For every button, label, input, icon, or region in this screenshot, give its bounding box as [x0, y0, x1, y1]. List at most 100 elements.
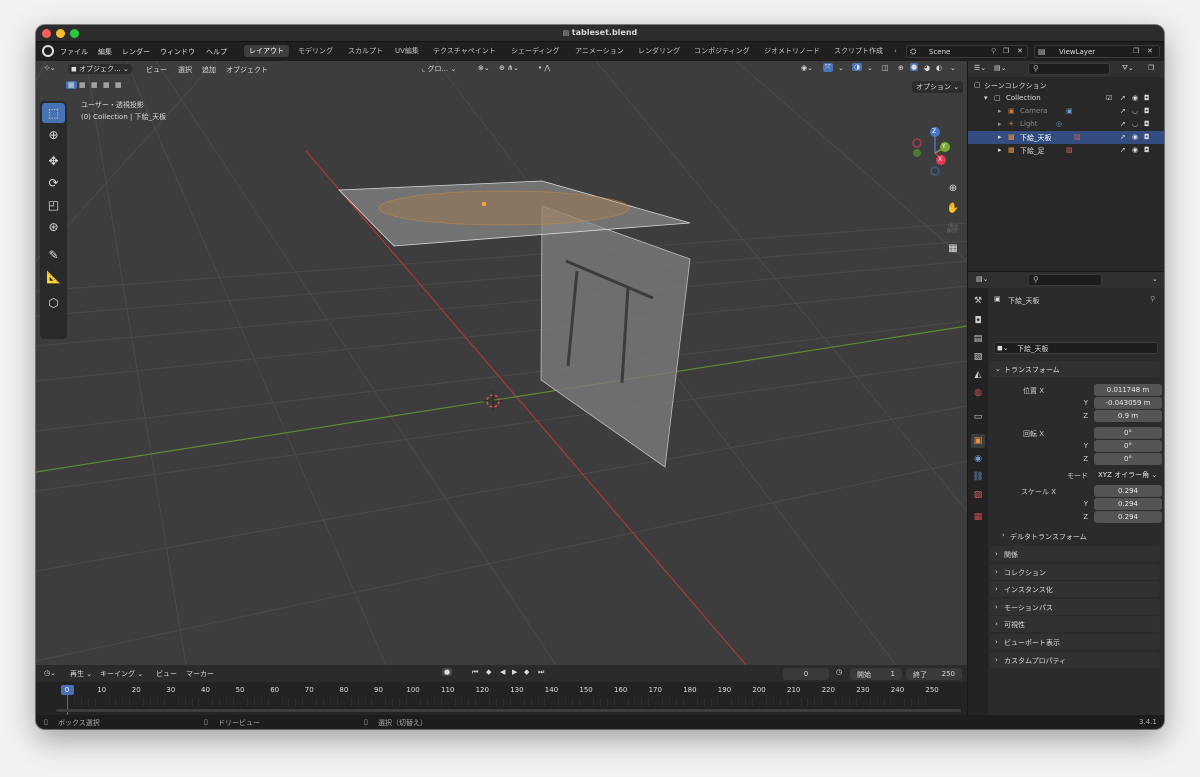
select-mode-new-icon[interactable]: ▦	[66, 81, 77, 89]
expand-arrow-icon[interactable]: ▸	[998, 107, 1002, 115]
selectable-icon[interactable]: ➚	[1120, 107, 1126, 115]
transform-panel-header[interactable]: ⌄ トランスフォーム	[990, 361, 1160, 377]
eye-closed-icon[interactable]: ◡	[1132, 107, 1138, 115]
start-frame-field[interactable]: 開始 1	[850, 668, 902, 680]
end-frame-field[interactable]: 終了 250	[906, 668, 962, 680]
timeline-editor-icon[interactable]: ◷⌄	[44, 669, 56, 677]
select-mode-subtract-icon[interactable]: ▦	[91, 81, 98, 89]
eye-closed-icon[interactable]: ◡	[1132, 120, 1138, 128]
render-camera-icon[interactable]: ◘	[1144, 133, 1150, 141]
scene-tab-icon[interactable]: ◭	[971, 368, 985, 382]
frame-ruler[interactable]: 0 10 20 30 40 50 60 70 80 90 100 110 120 130 140 150 160…	[36, 682, 967, 715]
tab-layout[interactable]: レイアウト	[244, 45, 289, 57]
blender-logo-icon[interactable]	[42, 45, 54, 57]
outliner-root[interactable]: ▢ シーンコレクション	[968, 79, 1164, 92]
select-mode-intersect-icon[interactable]: ▦	[115, 81, 122, 89]
pivot-icon[interactable]: ⊗⌄	[478, 64, 490, 72]
delta-transform-subpanel[interactable]: › デルタトランスフォーム	[1002, 529, 1152, 543]
add-cube-icon[interactable]: ⬡	[42, 293, 65, 313]
play-reverse-icon[interactable]: ◀	[500, 668, 505, 676]
scale-z-field[interactable]: 0.294	[1094, 511, 1162, 523]
gizmo-toggle-icon[interactable]: ⤧	[823, 63, 833, 72]
selectable-icon[interactable]: ➚	[1120, 94, 1126, 102]
expand-arrow-icon[interactable]: ▾	[984, 94, 988, 102]
eye-icon[interactable]: ◉	[1132, 146, 1138, 154]
rotation-z-field[interactable]: 0°	[1094, 453, 1162, 465]
expand-arrow-icon[interactable]: ▸	[998, 120, 1002, 128]
shading-dropdown-icon[interactable]: ⌄	[950, 64, 956, 72]
menu-add[interactable]: 追加	[202, 65, 216, 75]
select-mode-invert-icon[interactable]: ▦	[103, 81, 110, 89]
3d-viewport[interactable]: Z X Y ⊹⌄ ◼ オブジェク... ⌄ ビュー 選択 追加 オブジェクト ⌞…	[36, 61, 967, 665]
tab-uv-editing[interactable]: UV編集	[395, 46, 419, 56]
render-tab-icon[interactable]: ◘	[971, 314, 985, 328]
tab-modeling[interactable]: モデリング	[298, 46, 333, 56]
transform-orientation-selector[interactable]: ⌞ グロ... ⌄	[422, 64, 456, 74]
marker-menu[interactable]: マーカー	[186, 669, 214, 679]
selectable-icon[interactable]: ➚	[1120, 120, 1126, 128]
location-y-field[interactable]: -0.043059 m	[1094, 397, 1162, 409]
xray-icon[interactable]: ◫	[882, 64, 889, 72]
rotate-icon[interactable]: ⟳	[42, 173, 65, 193]
camera-view-icon[interactable]: 🎥	[945, 221, 961, 237]
playback-menu[interactable]: 再生 ⌄	[70, 669, 92, 679]
panel-viewport-display[interactable]: › ビューポート表示	[990, 634, 1160, 650]
view-layer-tab-icon[interactable]: ▧	[971, 350, 985, 364]
scene-selector[interactable]: ⛭ Scene ⚲ ❐ ✕	[906, 45, 1028, 58]
proportional-edit-icon[interactable]: • ⋀	[538, 64, 550, 72]
expand-arrow-icon[interactable]: ▸	[998, 133, 1002, 141]
select-mode-extend-icon[interactable]: ▦	[79, 81, 86, 89]
rotation-y-field[interactable]: 0°	[1094, 440, 1162, 452]
menu-window[interactable]: ウィンドウ	[160, 47, 195, 57]
shading-rendered-icon[interactable]: ◐	[936, 64, 942, 72]
tab-rendering[interactable]: レンダリング	[638, 46, 680, 56]
shading-wireframe-icon[interactable]: ⊕	[898, 64, 904, 72]
collection-tab-icon[interactable]: ▭	[971, 410, 985, 424]
outliner-editor-icon[interactable]: ☰⌄	[974, 64, 986, 72]
outliner-row-camera[interactable]: ▸ ▣ Camera ▣ ➚ ◡ ◘	[968, 105, 1164, 118]
duplicate-scene-icon[interactable]: ❐	[1003, 47, 1009, 55]
tab-scripting[interactable]: スクリプト作成	[834, 46, 883, 56]
filter-icon[interactable]: ⛛⌄	[1122, 64, 1134, 73]
rotation-x-field[interactable]: 0°	[1094, 427, 1162, 439]
jump-start-icon[interactable]: ⏮	[472, 668, 478, 677]
constraints-tab-icon[interactable]: ⛓	[971, 470, 985, 484]
render-camera-icon[interactable]: ◘	[1144, 94, 1150, 102]
output-tab-icon[interactable]: ▤	[971, 332, 985, 346]
keying-menu[interactable]: キーイング ⌄	[100, 669, 143, 679]
tool-tab-icon[interactable]: ⚒	[971, 294, 985, 308]
visibility-icon[interactable]: ◉⌄	[801, 64, 813, 72]
pin-icon[interactable]: ⚲	[1150, 295, 1155, 303]
stopwatch-icon[interactable]: ◷	[836, 668, 842, 676]
remove-scene-icon[interactable]: ✕	[1017, 47, 1023, 55]
menu-edit[interactable]: 編集	[98, 47, 112, 57]
jump-end-icon[interactable]: ⏭	[538, 668, 544, 677]
shading-material-icon[interactable]: ◕	[924, 64, 930, 72]
overlay-dropdown-icon[interactable]: ⌄	[867, 64, 873, 72]
exclude-checkbox-icon[interactable]: ☑	[1106, 94, 1112, 102]
physics-tab-icon[interactable]: ◉	[971, 452, 985, 466]
panel-motion-paths[interactable]: › モーションパス	[990, 599, 1160, 615]
mode-selector[interactable]: ◼ オブジェク... ⌄	[68, 64, 132, 74]
timeline-view-menu[interactable]: ビュー	[156, 669, 177, 679]
next-keyframe-icon[interactable]: ◆	[524, 668, 529, 676]
expand-arrow-icon[interactable]: ▸	[998, 146, 1002, 154]
menu-help[interactable]: ヘルプ	[206, 47, 227, 57]
pan-hand-icon[interactable]: ✋	[945, 201, 961, 217]
world-tab-icon[interactable]: ◍	[971, 386, 985, 400]
location-x-field[interactable]: 0.011748 m	[1094, 384, 1162, 396]
view-layer-selector[interactable]: ▤ ViewLayer ❐ ✕	[1034, 45, 1160, 58]
remove-view-layer-icon[interactable]: ✕	[1147, 47, 1153, 55]
auto-keying-icon[interactable]: ●	[442, 668, 453, 676]
tabs-scroll-left-icon[interactable]: ‹	[894, 47, 897, 55]
play-icon[interactable]: ▶	[512, 668, 517, 676]
scale-x-field[interactable]: 0.294	[1094, 485, 1162, 497]
scale-icon[interactable]: ◰	[42, 195, 65, 215]
data-tab-icon[interactable]: ▨	[971, 488, 985, 502]
outliner-row-tabletop[interactable]: ▸ ▩ 下絵_天板 ▨ ➚ ◉ ◘	[968, 131, 1164, 144]
selectable-icon[interactable]: ➚	[1120, 146, 1126, 154]
outliner-row-collection[interactable]: ▾ ▢ Collection ☑ ➚ ◉ ◘	[968, 92, 1164, 105]
overlay-toggle-icon[interactable]: ◑	[852, 63, 863, 71]
shading-solid-icon[interactable]: ●	[910, 63, 919, 71]
render-camera-icon[interactable]: ◘	[1144, 146, 1150, 154]
